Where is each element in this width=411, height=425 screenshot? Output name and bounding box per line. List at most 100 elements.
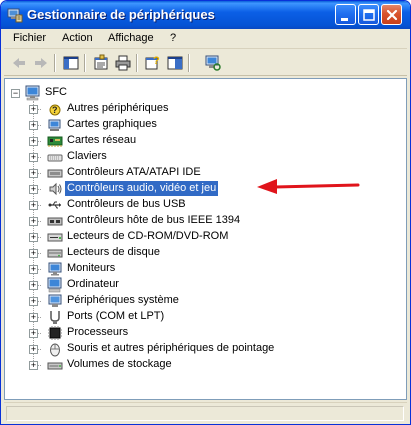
maximize-button[interactable]	[358, 4, 379, 25]
tree-item[interactable]: + Processeurs	[5, 325, 405, 341]
title-bar[interactable]: Gestionnaire de périphériques	[1, 1, 410, 29]
storage-volume-icon	[47, 362, 63, 370]
console-tree-icon[interactable]	[62, 54, 80, 72]
tree-item-label[interactable]: Périphériques système	[65, 294, 181, 306]
ide-controller-icon	[47, 169, 63, 178]
tree-item[interactable]: + Ordinateur	[5, 277, 405, 293]
back-arrow-icon[interactable]	[10, 54, 28, 72]
expand-icon[interactable]: +	[29, 249, 38, 258]
tree-item[interactable]: + Volumes de stockage	[5, 357, 405, 373]
menu-action[interactable]: Action	[62, 32, 93, 44]
device-manager-app-icon	[7, 8, 23, 23]
tree-item-label[interactable]: Volumes de stockage	[65, 358, 174, 370]
expand-icon[interactable]: +	[29, 153, 38, 162]
menu-fichier[interactable]: Fichier	[13, 32, 46, 44]
device-manager-window: Gestionnaire de périphériques Fichier Ac…	[0, 0, 411, 425]
usb-icon	[48, 201, 61, 209]
expand-icon[interactable]: +	[29, 233, 38, 242]
expand-icon[interactable]: +	[29, 217, 38, 226]
window-title: Gestionnaire de périphériques	[27, 7, 215, 22]
expand-icon[interactable]: +	[29, 185, 38, 194]
tree-item-label[interactable]: Autres périphériques	[65, 102, 171, 114]
toolbar-separator	[136, 54, 138, 72]
tree-item[interactable]: + Lecteurs de CD-ROM/DVD-ROM	[5, 229, 405, 245]
menu-affichage[interactable]: Affichage	[108, 32, 154, 44]
processor-icon	[48, 326, 62, 340]
disk-drive-icon	[47, 249, 63, 258]
svg-text:?: ?	[52, 105, 58, 115]
expand-icon[interactable]: +	[29, 201, 38, 210]
tree-item-label[interactable]: Souris et autres périphériques de pointa…	[65, 342, 276, 354]
port-icon	[50, 311, 60, 324]
expand-icon[interactable]: +	[29, 169, 38, 178]
expand-icon[interactable]: +	[29, 345, 38, 354]
close-icon	[386, 9, 398, 21]
tree-root[interactable]: − SFC	[5, 85, 205, 101]
tree-item[interactable]: + Cartes réseau	[5, 133, 405, 149]
tree-item[interactable]: + Contrôleurs de bus USB	[5, 197, 405, 213]
tree-item-label[interactable]: Contrôleurs ATA/ATAPI IDE	[65, 166, 203, 178]
expand-icon[interactable]: +	[29, 297, 38, 306]
tree-item-label[interactable]: Contrôleurs hôte de bus IEEE 1394	[65, 214, 242, 226]
help-icon[interactable]: ?	[144, 54, 162, 72]
tree-item[interactable]: + Contrôleurs hôte de bus IEEE 1394	[5, 213, 405, 229]
tree-item[interactable]: + Ports (COM et LPT)	[5, 309, 405, 325]
menu-help[interactable]: ?	[170, 32, 176, 44]
minimize-icon	[341, 18, 348, 21]
expand-icon[interactable]: +	[29, 313, 38, 322]
tree-item-label[interactable]: Lecteurs de disque	[65, 246, 162, 258]
mouse-icon	[50, 343, 60, 357]
computer-icon	[25, 85, 40, 101]
system-device-icon	[48, 294, 62, 307]
tree-item-label[interactable]: Cartes réseau	[65, 134, 138, 146]
expand-icon[interactable]: +	[29, 329, 38, 338]
expand-icon[interactable]: +	[29, 265, 38, 274]
sound-icon	[49, 182, 62, 196]
tree-item-label[interactable]: Processeurs	[65, 326, 130, 338]
red-arrow-annotation	[257, 179, 360, 194]
tree-item-label[interactable]: Ports (COM et LPT)	[65, 310, 166, 322]
toolbar-separator	[84, 54, 86, 72]
computer-icon	[47, 277, 62, 293]
expand-icon[interactable]: +	[29, 105, 38, 114]
expand-icon[interactable]: +	[29, 137, 38, 146]
keyboard-icon	[47, 154, 63, 162]
tree-item[interactable]: +? Autres périphériques	[5, 101, 405, 117]
maximize-icon	[363, 9, 375, 21]
tree-item[interactable]: + Lecteurs de disque	[5, 245, 405, 261]
properties-icon[interactable]	[92, 54, 110, 72]
tree-item-label[interactable]: Lecteurs de CD-ROM/DVD-ROM	[65, 230, 230, 242]
toolbar-separator	[188, 54, 190, 72]
tree-item[interactable]: + Souris et autres périphériques de point…	[5, 341, 405, 357]
tree-item-label[interactable]: Contrôleurs audio, vidéo et jeu	[65, 181, 219, 196]
scan-hardware-icon[interactable]	[204, 54, 222, 72]
print-icon[interactable]	[114, 54, 132, 72]
status-panel	[6, 406, 404, 421]
close-button[interactable]	[381, 4, 402, 25]
tree-item-label[interactable]: Ordinateur	[65, 278, 121, 290]
network-card-icon	[47, 136, 63, 147]
expand-icon[interactable]: +	[29, 281, 38, 290]
tree-item-label[interactable]: Cartes graphiques	[65, 118, 159, 130]
show-hide-icon[interactable]	[166, 54, 184, 72]
tree-item[interactable]: + Moniteurs	[5, 261, 405, 277]
expand-icon[interactable]: +	[29, 121, 38, 130]
tree-item-label[interactable]: Claviers	[65, 150, 109, 162]
svg-text:?: ?	[153, 55, 160, 67]
tree-item[interactable]: + Périphériques système	[5, 293, 405, 309]
tree-item-label[interactable]: Moniteurs	[65, 262, 117, 274]
unknown-device-icon: ?	[49, 104, 61, 116]
expand-icon[interactable]: +	[29, 361, 38, 370]
menu-bar: Fichier Action Affichage ?	[4, 29, 407, 49]
display-adapter-icon	[48, 119, 61, 131]
status-bar	[4, 402, 407, 423]
tree-root-label: SFC	[45, 86, 67, 98]
minimize-button[interactable]	[335, 4, 356, 25]
tree-item[interactable]: + Cartes graphiques	[5, 117, 405, 133]
toolbar: ?	[4, 50, 407, 76]
tree-item[interactable]: + Claviers	[5, 149, 405, 165]
collapse-icon[interactable]: −	[11, 89, 20, 98]
device-tree[interactable]: − SFC +? Autres périphériques + Cartes grap…	[4, 78, 407, 400]
forward-arrow-icon[interactable]	[32, 54, 50, 72]
tree-item-label[interactable]: Contrôleurs de bus USB	[65, 198, 188, 210]
